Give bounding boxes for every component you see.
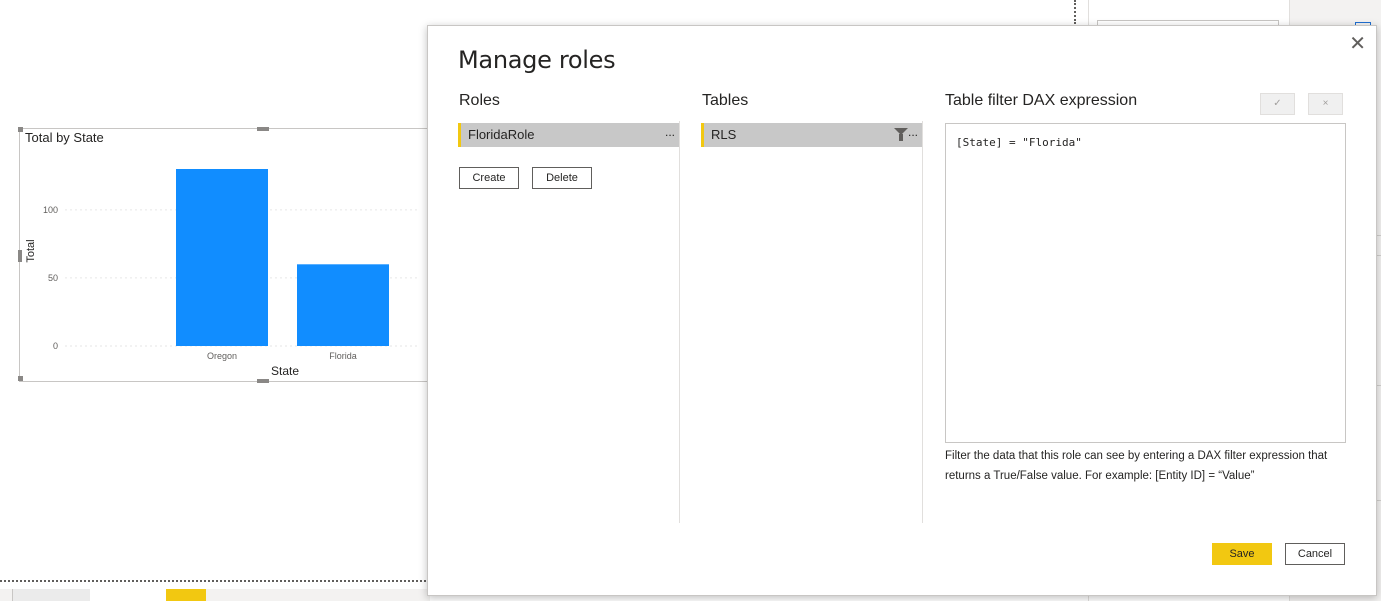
roles-header: Roles [459, 92, 500, 109]
add-page-button[interactable] [166, 589, 206, 601]
filter-icon [894, 128, 908, 141]
page-tab[interactable] [12, 589, 92, 601]
discard-dax-button[interactable]: × [1308, 93, 1343, 115]
dax-expression-editor[interactable]: [State] = "Florida" [945, 123, 1346, 443]
accept-dax-button[interactable]: ✓ [1260, 93, 1295, 115]
y-tick-label: 100 [43, 205, 58, 215]
close-icon[interactable]: ✕ [1349, 31, 1366, 56]
manage-roles-dialog: Manage roles ✕ Roles FloridaRole ... Cre… [427, 25, 1377, 596]
dax-header: Table filter DAX expression [945, 92, 1138, 109]
bar-chart-visual[interactable]: Total by State 0 50 100 Oregon Florida State T… [18, 127, 436, 383]
page-tab[interactable] [90, 589, 166, 601]
x-axis-title: State [271, 364, 299, 378]
y-tick-label: 50 [48, 273, 58, 283]
column-divider [922, 121, 923, 523]
page-tabs-bar [0, 589, 430, 601]
create-role-button[interactable]: Create [459, 167, 519, 189]
y-axis-title: Total [25, 239, 37, 262]
page-boundary-vertical [1074, 0, 1076, 24]
x-tick-label: Florida [329, 351, 357, 361]
table-more-button[interactable]: ... [908, 120, 918, 144]
bar [297, 264, 389, 346]
delete-role-button[interactable]: Delete [532, 167, 592, 189]
tables-header: Tables [702, 92, 749, 109]
role-more-button[interactable]: ... [665, 120, 675, 144]
dax-help-text: Filter the data that this role can see b… [945, 450, 1328, 482]
column-divider [679, 121, 680, 523]
role-item-floridarole[interactable]: FloridaRole ... [458, 123, 679, 147]
table-item-rls[interactable]: RLS ... [701, 123, 922, 147]
x-tick-label: Oregon [207, 351, 237, 361]
save-button[interactable]: Save [1212, 543, 1272, 565]
dialog-title: Manage roles [458, 46, 616, 74]
role-item-label: FloridaRole [468, 127, 535, 142]
chart-plot: 0 50 100 Oregon Florida State Total [25, 169, 420, 378]
bar [176, 169, 268, 346]
y-tick-label: 0 [53, 341, 58, 351]
cancel-button[interactable]: Cancel [1285, 543, 1345, 565]
page-boundary-horizontal [0, 580, 430, 582]
table-item-label: RLS [711, 127, 737, 142]
